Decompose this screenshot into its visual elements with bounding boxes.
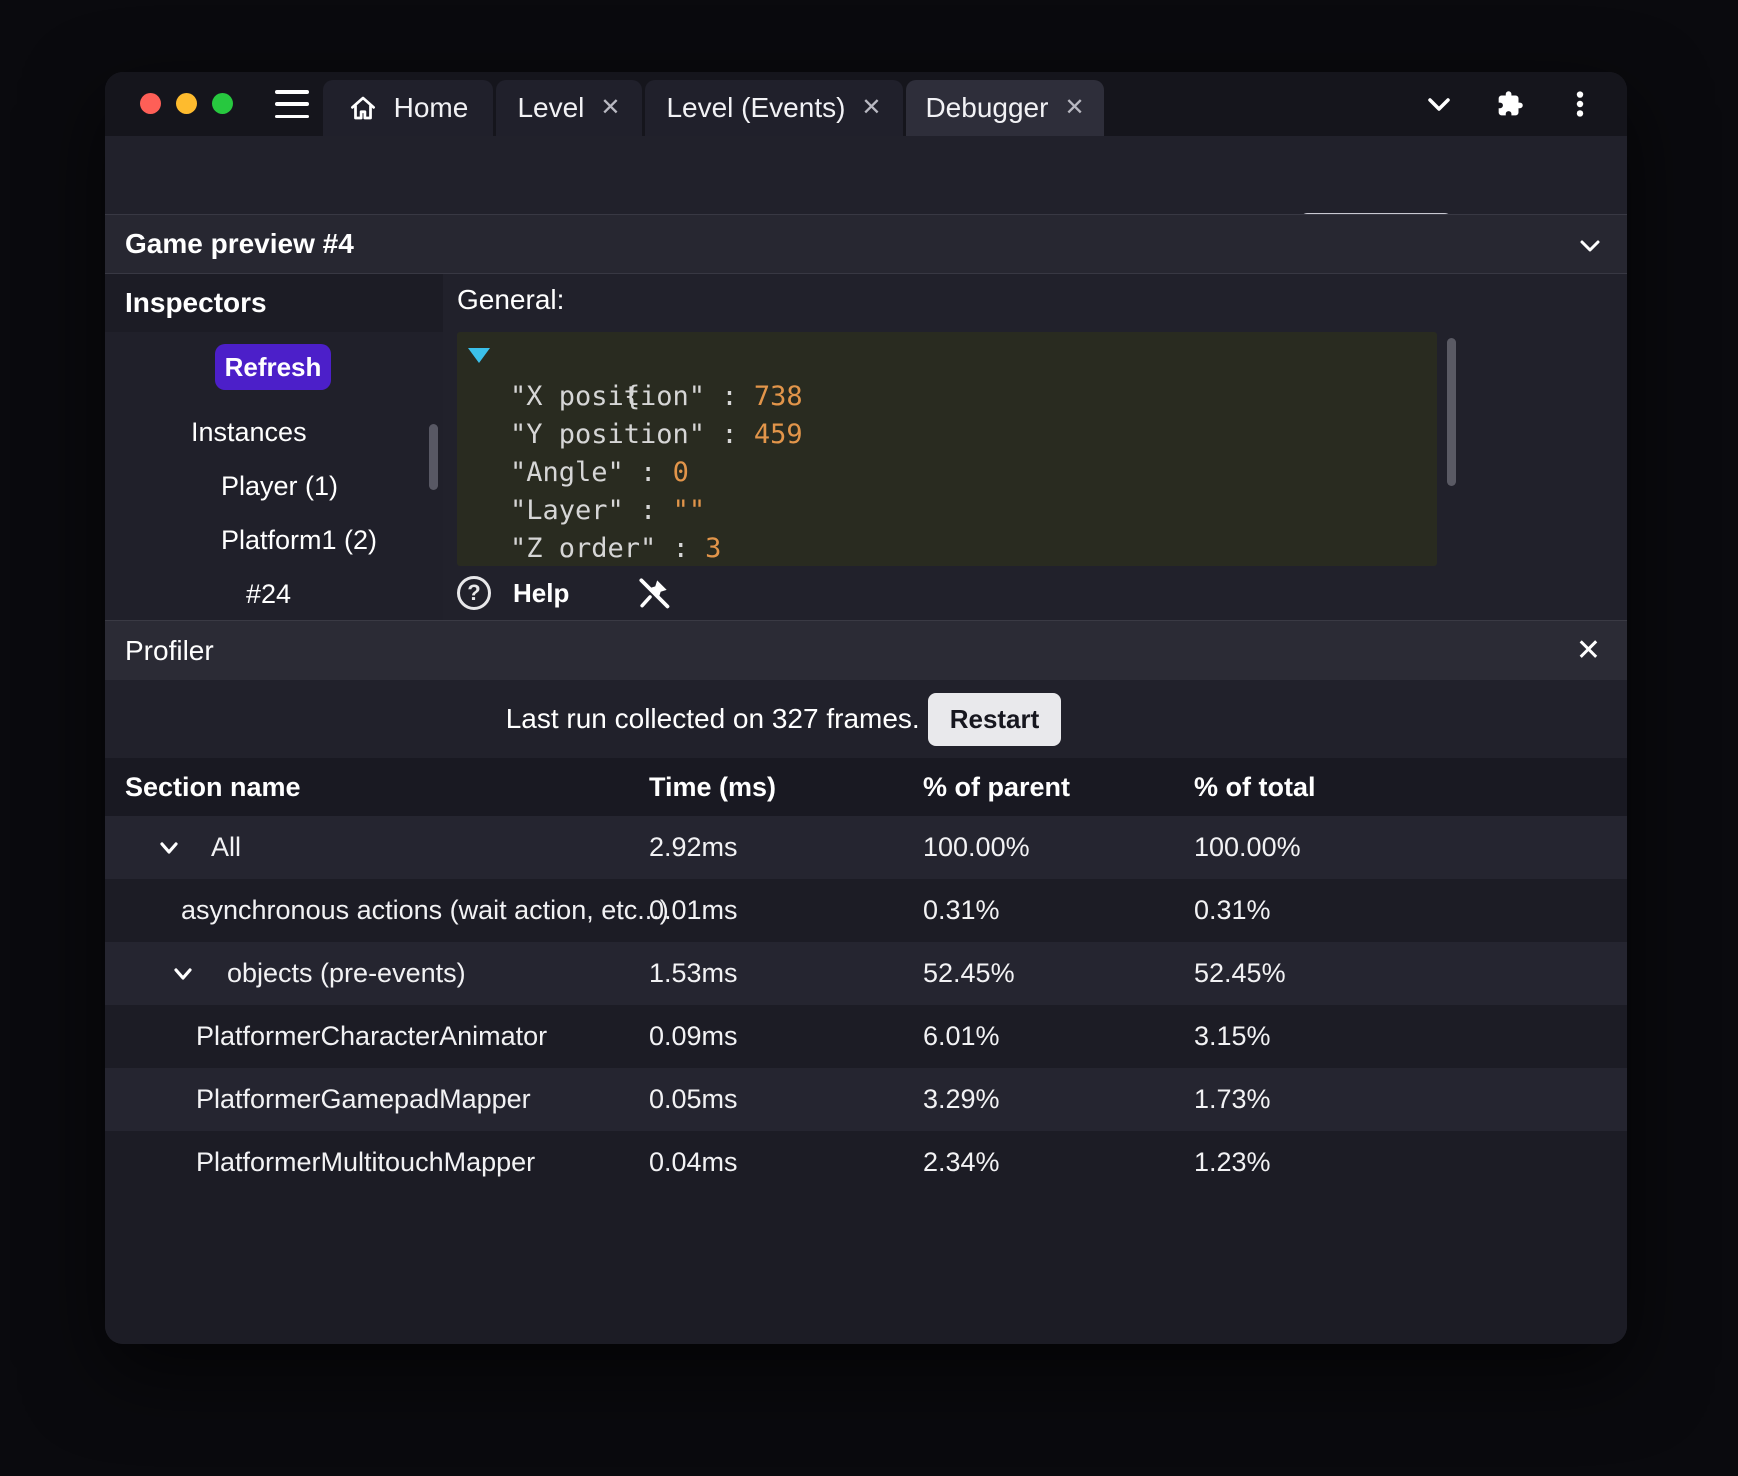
row-percent-parent: 52.45% <box>923 958 1015 988</box>
window-controls <box>140 93 233 114</box>
tree-item-instances[interactable]: Instances <box>191 405 307 459</box>
table-row[interactable]: objects (pre-events) 1.53ms 52.45% 52.45… <box>105 942 1627 1005</box>
kebab-menu-icon[interactable] <box>1563 87 1597 121</box>
row-percent-total: 3.15% <box>1194 1021 1271 1051</box>
json-line: "X position" : 738 <box>510 381 803 412</box>
row-time: 0.04ms <box>649 1147 738 1177</box>
row-percent-parent: 3.29% <box>923 1084 1000 1114</box>
inspectors-title: Inspectors <box>125 287 267 318</box>
row-time: 1.53ms <box>649 958 738 988</box>
profiler-table-header: Section name Time (ms) % of parent % of … <box>105 758 1627 816</box>
tab-strip: Home Level ✕ Level (Events) ✕ Debugger ✕ <box>323 80 1104 136</box>
tab-level-events[interactable]: Level (Events) ✕ <box>645 80 903 136</box>
desktop-background: { "icons": { "close": "✕", "question": "… <box>0 0 1738 1476</box>
row-time: 0.09ms <box>649 1021 738 1051</box>
column-percent-total: % of total <box>1194 772 1316 802</box>
row-percent-total: 100.00% <box>1194 832 1301 862</box>
app-window: Home Level ✕ Level (Events) ✕ Debugger ✕ <box>105 72 1627 1344</box>
row-time: 0.01ms <box>649 895 738 925</box>
window-zoom-button[interactable] <box>212 93 233 114</box>
close-icon[interactable]: ✕ <box>861 96 881 120</box>
row-percent-parent: 100.00% <box>923 832 1030 862</box>
row-time: 2.92ms <box>649 832 738 862</box>
tab-label: Home <box>393 92 469 123</box>
scrollbar-thumb[interactable] <box>429 424 438 490</box>
tab-level[interactable]: Level ✕ <box>496 80 642 136</box>
debugger-main: Inspectors Refresh Instances Player (1) … <box>105 274 1627 620</box>
row-name: objects (pre-events) <box>227 958 466 988</box>
chevron-down-icon[interactable] <box>1421 86 1457 122</box>
game-preview-bar: Game preview #4 <box>105 214 1627 274</box>
chevron-down-icon[interactable] <box>169 960 197 988</box>
close-icon[interactable]: ✕ <box>1576 635 1601 666</box>
table-row[interactable]: asynchronous actions (wait action, etc..… <box>105 879 1627 942</box>
row-percent-parent: 6.01% <box>923 1021 1000 1051</box>
json-line: "Z order" : 3 <box>510 533 722 564</box>
table-row[interactable]: All 2.92ms 100.00% 100.00% <box>105 816 1627 879</box>
table-row[interactable]: PlatformerMultitouchMapper 0.04ms 2.34% … <box>105 1131 1627 1194</box>
tab-label: Level (Events) <box>666 92 846 123</box>
table-row[interactable]: PlatformerGamepadMapper 0.05ms 3.29% 1.7… <box>105 1068 1627 1131</box>
debugger-toolbar: Pause <box>105 136 1627 263</box>
row-name: PlatformerMultitouchMapper <box>196 1147 536 1177</box>
row-percent-total: 1.73% <box>1194 1084 1271 1114</box>
row-name: PlatformerGamepadMapper <box>196 1084 531 1114</box>
game-preview-title: Game preview #4 <box>125 228 354 259</box>
profiler-status-text: Last run collected on 327 frames. <box>505 703 920 734</box>
help-icon[interactable]: ? <box>457 576 491 610</box>
row-percent-parent: 0.31% <box>923 895 1000 925</box>
json-line: "Layer" : "" <box>510 495 706 526</box>
row-name: All <box>211 832 242 862</box>
tab-label: Level <box>517 92 585 123</box>
tab-label: Debugger <box>925 92 1049 123</box>
inspectors-panel: Inspectors Refresh Instances Player (1) … <box>105 274 443 620</box>
chevron-down-icon[interactable] <box>1575 231 1605 261</box>
tree-item-platform1[interactable]: Platform1 (2) <box>221 513 377 567</box>
pin-off-icon[interactable] <box>635 574 673 612</box>
help-row: ? Help <box>457 568 673 618</box>
tabbar-actions <box>1421 72 1597 136</box>
column-section-name: Section name <box>125 772 301 802</box>
row-percent-total: 0.31% <box>1194 895 1271 925</box>
json-line: { <box>457 332 1437 412</box>
row-percent-total: 1.23% <box>1194 1147 1271 1177</box>
menu-icon[interactable] <box>275 90 309 118</box>
close-icon[interactable]: ✕ <box>1064 96 1084 120</box>
chevron-down-icon[interactable] <box>155 834 183 862</box>
close-icon[interactable]: ✕ <box>600 96 620 120</box>
restart-button[interactable]: Restart <box>927 692 1062 746</box>
collapse-triangle-icon[interactable] <box>468 348 490 363</box>
window-close-button[interactable] <box>140 93 161 114</box>
row-time: 0.05ms <box>649 1084 738 1114</box>
json-line: "Angle" : 0 <box>510 457 689 488</box>
extensions-icon[interactable] <box>1493 87 1527 121</box>
profiler-header: Profiler ✕ <box>105 620 1627 680</box>
help-label[interactable]: Help <box>513 578 569 609</box>
json-line: "Y position" : 459 <box>510 419 803 450</box>
window-bottom-area <box>105 1194 1627 1344</box>
tab-debugger[interactable]: Debugger ✕ <box>906 80 1104 136</box>
tree-item-instance-24[interactable]: #24 <box>246 567 291 621</box>
profiler-status-row: Last run collected on 327 frames. Restar… <box>105 680 1627 758</box>
properties-json-view: { "X position" : 738 "Y position" : 459 … <box>457 332 1437 566</box>
table-row[interactable]: PlatformerCharacterAnimator 0.09ms 6.01%… <box>105 1005 1627 1068</box>
row-name: asynchronous actions (wait action, etc..… <box>181 895 669 925</box>
home-icon <box>348 93 378 123</box>
tab-bar: Home Level ✕ Level (Events) ✕ Debugger ✕ <box>105 72 1627 136</box>
tree-item-player[interactable]: Player (1) <box>221 459 338 513</box>
column-percent-parent: % of parent <box>923 772 1071 802</box>
window-minimize-button[interactable] <box>176 93 197 114</box>
general-section-title: General: <box>457 284 565 315</box>
tab-home[interactable]: Home <box>323 80 493 136</box>
profiler-table-body: All 2.92ms 100.00% 100.00% asynchronous … <box>105 816 1627 1194</box>
inspectors-header: Inspectors <box>105 274 443 332</box>
row-percent-total: 52.45% <box>1194 958 1286 988</box>
row-percent-parent: 2.34% <box>923 1147 1000 1177</box>
profiler-title: Profiler <box>125 634 214 666</box>
row-name: PlatformerCharacterAnimator <box>196 1021 548 1051</box>
refresh-button[interactable]: Refresh <box>215 344 331 390</box>
scrollbar-thumb[interactable] <box>1447 338 1456 486</box>
column-time: Time (ms) <box>649 772 777 802</box>
